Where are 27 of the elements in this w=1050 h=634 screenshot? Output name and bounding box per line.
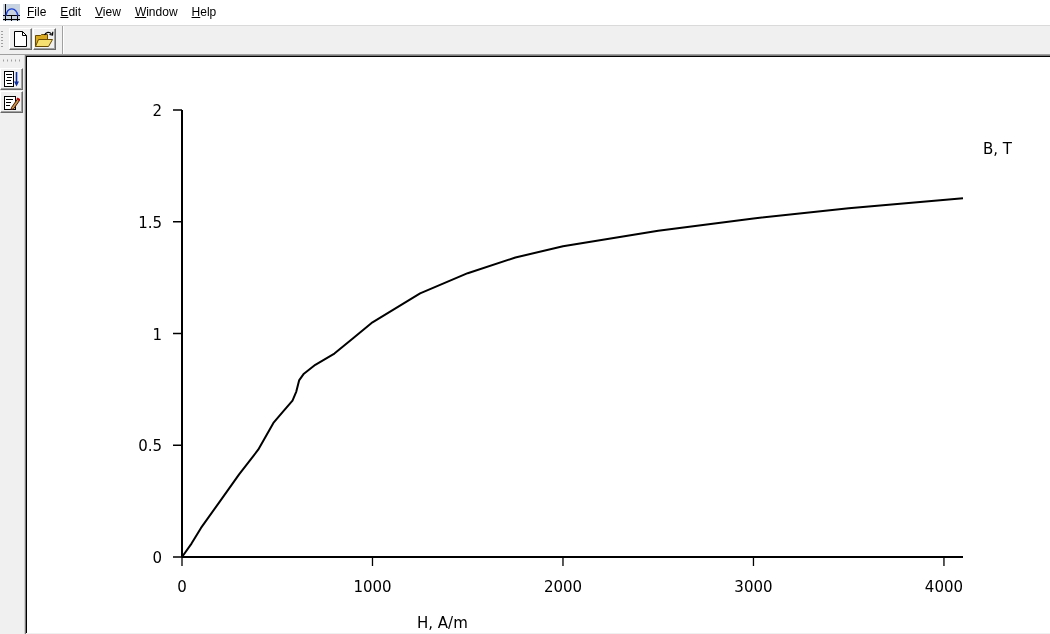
axis-tick-label: 2 (152, 102, 162, 120)
pencil-note-icon (3, 94, 20, 110)
axis-title: B, T (983, 140, 1012, 158)
axis-tick-label: 4000 (924, 578, 964, 596)
grip-icon[interactable] (1, 30, 4, 50)
list-arrow-icon (3, 71, 20, 87)
menu-item[interactable]: Edit (53, 2, 89, 23)
axis-tick-label: 1000 (353, 578, 392, 596)
axis-tick-label: 1 (152, 325, 162, 344)
axis-tick-label: 0 (152, 549, 162, 567)
axis-tick-label: 1.5 (138, 213, 162, 232)
new-document-button[interactable] (9, 28, 32, 50)
menu-item[interactable]: Window (127, 2, 185, 23)
axis-tick-label: 2000 (543, 578, 583, 596)
axis-tick-label: 0.5 (138, 437, 162, 456)
axis-tick-label: 3000 (734, 578, 773, 596)
axis-title: H, A/m (417, 614, 468, 632)
menu-item[interactable]: Help (184, 2, 224, 23)
chart-icon[interactable] (3, 4, 20, 21)
axis-tick-label: 0 (177, 578, 187, 596)
sort-list-button[interactable] (0, 68, 23, 90)
menu-item[interactable]: View (88, 2, 128, 23)
menu-item[interactable]: File (20, 2, 54, 23)
page-icon (14, 31, 27, 47)
open-folder-button[interactable] (33, 28, 56, 50)
folder-icon (35, 31, 54, 47)
edit-note-button[interactable] (0, 91, 23, 113)
